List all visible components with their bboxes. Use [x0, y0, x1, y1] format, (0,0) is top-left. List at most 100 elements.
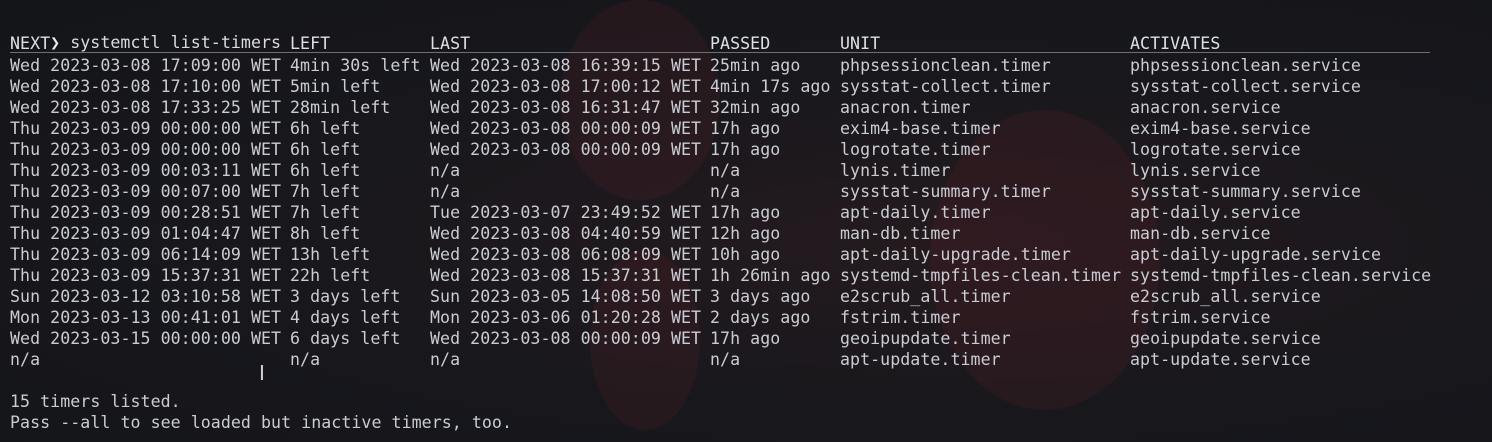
column-header-left: LEFT — [290, 34, 331, 53]
cell-activates: exim4-base.service — [1130, 119, 1311, 138]
cell-next: Wed 2023-03-08 17:33:25 WET — [10, 98, 282, 117]
cell-unit: logrotate.timer — [840, 140, 991, 159]
cell-left: 7h left — [290, 203, 361, 222]
column-header-unit: UNIT — [840, 34, 881, 53]
cell-activates: man-db.service — [1130, 224, 1271, 243]
cell-next: Sun 2023-03-12 03:10:58 WET — [10, 287, 282, 306]
cell-last: n/a — [430, 161, 461, 180]
table-row: Wed 2023-03-08 17:10:00 WET 5min left We… — [10, 76, 1361, 97]
cell-passed: 25min ago — [710, 56, 801, 75]
cell-activates: apt-update.service — [1130, 350, 1311, 369]
cell-activates: sysstat-summary.service — [1130, 182, 1361, 201]
cell-unit: fstrim.timer — [840, 308, 961, 327]
cell-activates: apt-daily-upgrade.service — [1130, 245, 1382, 264]
cell-left: 5min left — [290, 77, 381, 96]
cell-activates: sysstat-collect.service — [1130, 77, 1361, 96]
table-row: Sun 2023-03-12 03:10:58 WET 3 days left … — [10, 286, 1321, 307]
command-text: systemctl list-timers — [70, 33, 282, 52]
cell-unit: exim4-base.timer — [840, 119, 1001, 138]
table-row: Thu 2023-03-09 00:00:00 WET 6h left Wed … — [10, 139, 1301, 160]
cell-last: Wed 2023-03-08 16:31:47 WET — [430, 98, 702, 117]
cell-unit: apt-daily.timer — [840, 203, 991, 222]
cell-activates: fstrim.service — [1130, 308, 1271, 327]
table-row: Wed 2023-03-08 17:33:25 WET 28min left W… — [10, 97, 1281, 118]
cell-last: Wed 2023-03-08 00:00:09 WET — [430, 140, 702, 159]
column-header-next: NEXT — [10, 34, 51, 53]
cell-last: Wed 2023-03-08 06:08:09 WET — [430, 245, 702, 264]
cell-activates: e2scrub_all.service — [1130, 287, 1321, 306]
table-row: Thu 2023-03-09 15:37:31 WET 22h left Wed… — [10, 265, 1431, 286]
cell-left: n/a — [290, 350, 321, 369]
cell-passed: 3 days ago — [710, 287, 811, 306]
column-header-activates: ACTIVATES — [1130, 34, 1221, 53]
cell-activates: lynis.service — [1130, 161, 1261, 180]
cell-unit: man-db.timer — [840, 224, 961, 243]
cell-unit: systemd-tmpfiles-clean.timer — [840, 266, 1122, 285]
summary-text: 15 timers listed. — [10, 392, 181, 411]
cell-next: Wed 2023-03-15 00:00:00 WET — [10, 329, 282, 348]
command-line: ❯ systemctl list-timers — [10, 11, 281, 52]
cell-unit: geoipupdate.timer — [840, 329, 1011, 348]
table-row: Thu 2023-03-09 00:07:00 WET 7h left n/a … — [10, 181, 1361, 202]
cell-next: n/a — [10, 350, 41, 369]
cell-passed: 4min 17s ago — [710, 77, 831, 96]
cell-passed: n/a — [710, 182, 741, 201]
cell-unit: lynis.timer — [840, 161, 951, 180]
cell-next: Mon 2023-03-13 00:41:01 WET — [10, 308, 282, 327]
cell-last: Mon 2023-03-06 01:20:28 WET — [430, 308, 702, 327]
cell-last: Sun 2023-03-05 14:08:50 WET — [430, 287, 702, 306]
cell-left: 7h left — [290, 182, 361, 201]
cell-unit: apt-update.timer — [840, 350, 1001, 369]
cell-next: Wed 2023-03-08 17:10:00 WET — [10, 77, 282, 96]
prompt-chevron-icon: ❯ — [50, 33, 61, 52]
cell-next: Thu 2023-03-09 00:28:51 WET — [10, 203, 282, 222]
cell-next: Thu 2023-03-09 00:00:00 WET — [10, 119, 282, 138]
table-row: Thu 2023-03-09 00:00:00 WET 6h left Wed … — [10, 118, 1311, 139]
cell-last: Wed 2023-03-08 16:39:15 WET — [430, 56, 702, 75]
cell-next: Wed 2023-03-08 17:09:00 WET — [10, 56, 282, 75]
cell-passed: 1h 26min ago — [710, 266, 831, 285]
cell-unit: sysstat-collect.timer — [840, 77, 1051, 96]
table-row: Thu 2023-03-09 01:04:47 WET 8h left Wed … — [10, 223, 1271, 244]
table-row: Thu 2023-03-09 00:28:51 WET 7h left Tue … — [10, 202, 1301, 223]
cell-left: 13h left — [290, 245, 371, 264]
cell-passed: n/a — [710, 161, 741, 180]
column-header-passed: PASSED — [710, 34, 771, 53]
cell-last: n/a — [430, 182, 461, 201]
cell-next: Thu 2023-03-09 15:37:31 WET — [10, 266, 282, 285]
terminal-window[interactable]: ❯ systemctl list-timers NEXT LEFT LAST PA… — [0, 0, 1492, 442]
cell-unit: apt-daily-upgrade.timer — [840, 245, 1071, 264]
cell-passed: 17h ago — [710, 119, 781, 138]
cell-next: Thu 2023-03-09 00:07:00 WET — [10, 182, 282, 201]
cell-last: Wed 2023-03-08 15:37:31 WET — [430, 266, 702, 285]
cell-unit: phpsessionclean.timer — [840, 56, 1051, 75]
cell-last: Wed 2023-03-08 04:40:59 WET — [430, 224, 702, 243]
table-row: Wed 2023-03-08 17:09:00 WET 4min 30s lef… — [10, 55, 1361, 76]
cell-left: 6 days left — [290, 329, 401, 348]
cell-activates: apt-daily.service — [1130, 203, 1301, 222]
cell-last: Wed 2023-03-08 00:00:09 WET — [430, 119, 702, 138]
cell-next: Thu 2023-03-09 00:03:11 WET — [10, 161, 282, 180]
cell-activates: systemd-tmpfiles-clean.service — [1130, 266, 1432, 285]
cell-left: 28min left — [290, 98, 391, 117]
cell-next: Thu 2023-03-09 00:00:00 WET — [10, 140, 282, 159]
cell-last: Tue 2023-03-07 23:49:52 WET — [430, 203, 702, 222]
cell-passed: 32min ago — [710, 98, 801, 117]
table-row: Mon 2023-03-13 00:41:01 WET 4 days left … — [10, 307, 1271, 328]
cell-next: Thu 2023-03-09 06:14:09 WET — [10, 245, 282, 264]
cell-passed: 12h ago — [710, 224, 781, 243]
cell-passed: 2 days ago — [710, 308, 811, 327]
header-divider — [10, 52, 1430, 53]
cell-activates: phpsessionclean.service — [1130, 56, 1361, 75]
cell-passed: n/a — [710, 350, 741, 369]
cell-left: 6h left — [290, 119, 361, 138]
table-header: NEXT LEFT LAST PASSED UNIT ACTIVATES — [10, 33, 1220, 54]
cell-left: 4 days left — [290, 308, 401, 327]
cell-left: 8h left — [290, 224, 361, 243]
cell-next: Thu 2023-03-09 01:04:47 WET — [10, 224, 282, 243]
cell-unit: sysstat-summary.timer — [840, 182, 1051, 201]
column-header-last: LAST — [430, 34, 471, 53]
cell-unit: anacron.timer — [840, 98, 971, 117]
cell-left: 3 days left — [290, 287, 401, 306]
table-row: Thu 2023-03-09 06:14:09 WET 13h left Wed… — [10, 244, 1381, 265]
